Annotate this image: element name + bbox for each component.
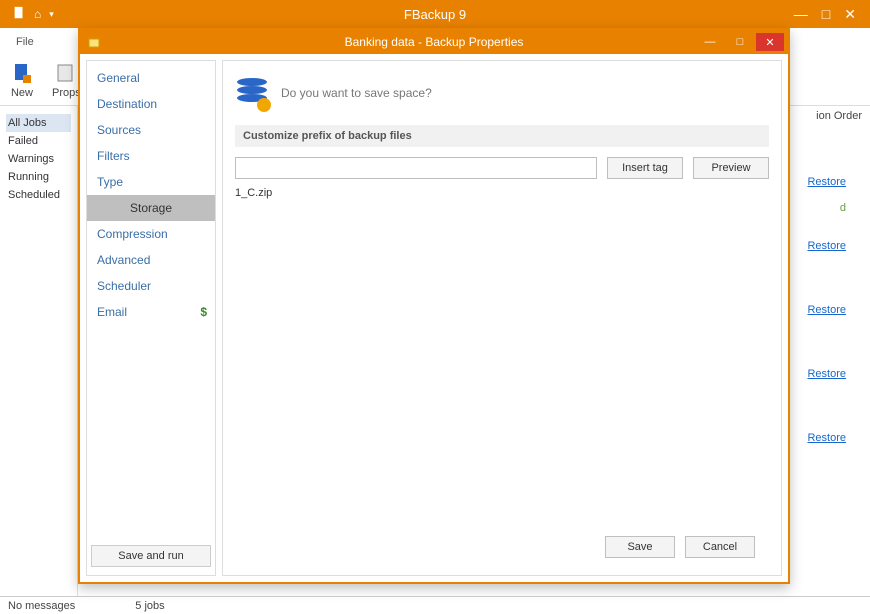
new-label: New bbox=[11, 87, 33, 99]
nav-type[interactable]: Type bbox=[87, 169, 215, 195]
nav-destination[interactable]: Destination bbox=[87, 91, 215, 117]
app-close-button[interactable]: ✕ bbox=[844, 6, 856, 23]
insert-tag-button[interactable]: Insert tag bbox=[607, 157, 683, 179]
nav-compression[interactable]: Compression bbox=[87, 221, 215, 247]
restore-link[interactable]: Restore bbox=[807, 432, 846, 444]
category-failed[interactable]: Failed bbox=[6, 132, 71, 150]
restore-link[interactable]: Restore bbox=[807, 304, 846, 316]
hero-text: Do you want to save space? bbox=[281, 86, 432, 100]
properties-icon bbox=[54, 61, 78, 85]
category-scheduled[interactable]: Scheduled bbox=[6, 186, 71, 204]
category-warnings[interactable]: Warnings bbox=[6, 150, 71, 168]
category-all-jobs[interactable]: All Jobs bbox=[6, 114, 71, 132]
storage-icon bbox=[235, 76, 269, 110]
status-bar: No messages 5 jobs bbox=[0, 596, 870, 614]
dialog-min-button[interactable]: — bbox=[696, 33, 724, 51]
home-icon[interactable]: ⌂ bbox=[34, 7, 41, 21]
app-min-button[interactable]: — bbox=[794, 6, 808, 22]
save-button[interactable]: Save bbox=[605, 536, 675, 558]
category-running[interactable]: Running bbox=[6, 168, 71, 186]
dialog-max-button[interactable]: □ bbox=[726, 33, 754, 51]
file-menu[interactable]: File bbox=[16, 36, 34, 48]
app-titlebar: ⌂ ▾ FBackup 9 — □ ✕ bbox=[0, 0, 870, 28]
restore-link[interactable]: Restore bbox=[807, 240, 846, 252]
backup-properties-dialog: Banking data - Backup Properties — □ ✕ G… bbox=[78, 28, 790, 584]
cancel-button[interactable]: Cancel bbox=[685, 536, 755, 558]
dialog-close-button[interactable]: ✕ bbox=[756, 33, 784, 51]
dropdown-icon[interactable]: ▾ bbox=[49, 9, 54, 20]
preview-button[interactable]: Preview bbox=[693, 157, 769, 179]
app-title: FBackup 9 bbox=[0, 7, 870, 22]
new-button[interactable]: New bbox=[10, 61, 34, 99]
nav-scheduler[interactable]: Scheduler bbox=[87, 273, 215, 299]
app-restore-button[interactable]: □ bbox=[822, 6, 830, 22]
properties-label: Props bbox=[52, 87, 81, 99]
restore-link[interactable]: Restore bbox=[807, 368, 846, 380]
file-new-icon[interactable] bbox=[12, 6, 26, 23]
section-header-prefix: Customize prefix of backup files bbox=[235, 125, 769, 147]
properties-button[interactable]: Props bbox=[52, 61, 81, 99]
nav-storage[interactable]: Storage bbox=[87, 195, 215, 221]
dialog-content: Do you want to save space? Customize pre… bbox=[222, 60, 782, 576]
nav-filters[interactable]: Filters bbox=[87, 143, 215, 169]
nav-email[interactable]: Email$ bbox=[87, 299, 215, 325]
prefix-input[interactable] bbox=[235, 157, 597, 179]
new-icon bbox=[10, 61, 34, 85]
status-jobs: 5 jobs bbox=[135, 600, 164, 612]
column-header-order[interactable]: ion Order bbox=[816, 106, 862, 126]
dollar-icon: $ bbox=[200, 305, 207, 319]
category-sidebar: All Jobs Failed Warnings Running Schedul… bbox=[0, 106, 78, 596]
dialog-titlebar: Banking data - Backup Properties — □ ✕ bbox=[80, 30, 788, 54]
dialog-sys-icon bbox=[88, 35, 102, 49]
nav-general[interactable]: General bbox=[87, 65, 215, 91]
nav-sources[interactable]: Sources bbox=[87, 117, 215, 143]
dialog-title: Banking data - Backup Properties bbox=[80, 35, 788, 49]
status-messages: No messages bbox=[8, 600, 75, 612]
prefix-example: 1_C.zip bbox=[235, 187, 769, 199]
job-link[interactable]: d bbox=[840, 202, 846, 214]
nav-advanced[interactable]: Advanced bbox=[87, 247, 215, 273]
save-and-run-button[interactable]: Save and run bbox=[91, 545, 211, 567]
dialog-nav: General Destination Sources Filters Type… bbox=[86, 60, 216, 576]
